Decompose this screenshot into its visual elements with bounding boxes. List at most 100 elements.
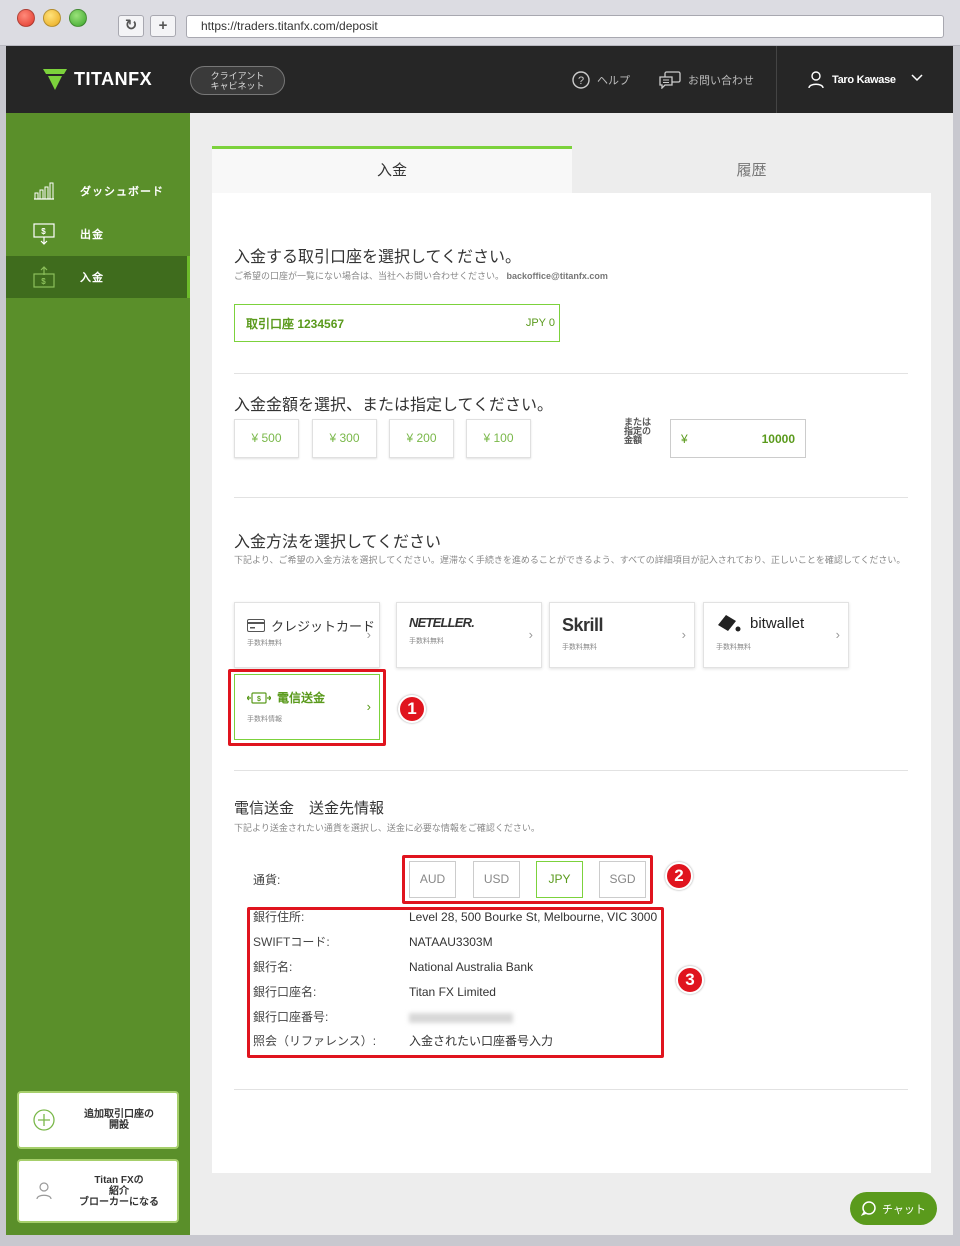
annotation-box-1 [228,669,386,746]
method-fee: 手数料無料 [247,640,282,647]
sidebar-item-deposit[interactable]: $ 入金 [6,256,190,298]
open-account-label: 追加取引口座の 開設 [84,1109,154,1131]
person-icon [36,1182,52,1200]
user-menu[interactable]: Taro Kawase [808,71,896,89]
method-fee: 手数料無料 [409,638,444,645]
tab-deposit[interactable]: 入金 [212,146,572,193]
sidebar-item-withdraw[interactable]: $ 出金 [6,213,190,255]
method-skrill[interactable]: Skrill 手数料無料 › [549,602,695,668]
titanfx-logo[interactable]: TITANFX [42,66,152,92]
method-bitwallet[interactable]: bitwallet 手数料無料 › [703,602,849,668]
annotation-badge-3: 3 [676,966,704,994]
amount-section-title: 入金金額を選択、または指定してください。 [234,397,554,414]
wire-section-title: 電信送金 送金先情報 [234,800,385,817]
deposit-panel: 入金する取引口座を選択してください。 ご希望の口座が一覧にない場合は、当社へお問… [212,193,931,1173]
user-icon [808,71,824,89]
open-account-button[interactable]: 追加取引口座の 開設 [17,1091,179,1149]
method-fee: 手数料無料 [716,644,751,651]
sidebar-item-label: ダッシュボード [80,186,164,198]
annotation-badge-2: 2 [665,862,693,890]
support-email[interactable]: backoffice@titanfx.com [507,271,608,281]
tab-history[interactable]: 履歴 [572,149,931,193]
app-window: TITANFX クライアント キャビネット ? ヘルプ お問い合わせ Taro … [6,46,953,1235]
svg-text:?: ? [578,75,584,87]
reload-icon: ↻ [124,17,138,34]
chevron-down-icon[interactable] [911,74,923,82]
minimize-window-button[interactable] [43,9,61,27]
top-nav: TITANFX クライアント キャビネット ? ヘルプ お問い合わせ Taro … [6,46,953,113]
amount-preset-100[interactable]: ¥ 100 [466,419,531,458]
section-divider [234,1089,908,1090]
deposit-icon: $ [33,266,55,288]
become-broker-label: Titan FXの 紹介 ブローカーになる [79,1174,159,1208]
nav-divider [776,46,777,113]
method-credit-card[interactable]: クレジットカード 手数料無料 › [234,602,380,668]
reload-button[interactable]: ↻ [118,15,144,37]
browser-chrome: ↻ + https://traders.titanfx.com/deposit [0,0,960,46]
sidebar-item-label: 入金 [80,272,104,284]
chat-bubbles-icon [659,71,681,89]
chevron-right-icon: › [681,627,686,642]
sidebar: ダッシュボード $ 出金 $ 入金 追加取引口座の 開設 Titan FXの 紹… [6,113,190,1235]
skrill-logo: Skrill [562,615,604,635]
sidebar-item-label: 出金 [80,229,104,241]
contact-link[interactable]: お問い合わせ [659,71,754,89]
custom-amount-input[interactable]: ¥ 10000 [670,419,806,458]
new-tab-button[interactable]: + [150,15,176,37]
method-fee: 手数料無料 [562,644,597,651]
titanfx-logo-icon [43,69,67,90]
method-name: bitwallet [750,614,805,632]
bitwallet-logo-icon [718,615,741,632]
wire-section-subtitle: 下記より送金されたい通貨を選択し、送金に必要な情報をご確認ください。 [234,823,540,833]
account-balance: JPY 0 [525,317,555,329]
user-name: Taro Kawase [832,74,896,86]
chat-label: チャット [882,1203,926,1216]
method-neteller[interactable]: NETELLER. 手数料無料 › [396,602,542,668]
amount-preset-300[interactable]: ¥ 300 [312,419,377,458]
annotation-badge-1: 1 [398,695,426,723]
svg-text:$: $ [41,227,46,236]
client-cabinet-button[interactable]: クライアント キャビネット [190,66,285,95]
yen-symbol: ¥ [681,431,688,446]
chevron-right-icon: › [366,627,371,642]
chevron-right-icon: › [528,627,533,642]
chevron-right-icon: › [835,627,840,642]
annotation-box-3 [247,907,664,1058]
help-icon: ? [572,71,590,89]
sidebar-item-dashboard[interactable]: ダッシュボード [6,170,190,212]
custom-amount-label: または 指定の 金額 [624,417,652,445]
amount-preset-200[interactable]: ¥ 200 [389,419,454,458]
contact-label: お問い合わせ [688,75,754,87]
section-divider [234,373,908,374]
section-divider [234,770,908,771]
neteller-logo: NETELLER. [409,615,475,630]
currency-label: 通貨: [253,873,281,887]
help-label: ヘルプ [597,75,630,87]
chat-button[interactable]: チャット [850,1192,937,1225]
amount-preset-500[interactable]: ¥ 500 [234,419,299,458]
zoom-window-button[interactable] [69,9,87,27]
plus-circle-icon [33,1109,55,1131]
plus-icon: + [158,17,168,34]
annotation-box-2 [402,855,653,904]
method-name: クレジットカード [271,619,376,634]
amount-value: 10000 [761,431,795,446]
account-help-text: ご希望の口座が一覧にない場合は、当社へお問い合わせください。 [234,271,505,281]
close-window-button[interactable] [17,9,35,27]
withdraw-icon: $ [33,223,55,245]
method-section-subtitle: 下記より、ご希望の入金方法を選択してください。遅滞なく手続きを進めることができる… [234,555,906,565]
logo-text: TITANFX [74,68,153,89]
credit-card-icon [247,619,265,632]
account-section-subtitle: ご希望の口座が一覧にない場合は、当社へお問い合わせください。 backoffic… [234,271,608,282]
become-broker-button[interactable]: Titan FXの 紹介 ブローカーになる [17,1159,179,1223]
help-link[interactable]: ? ヘルプ [572,71,630,89]
svg-text:$: $ [41,277,46,286]
chat-icon [861,1201,876,1216]
method-section-title: 入金方法を選択してください [234,534,442,551]
address-bar[interactable]: https://traders.titanfx.com/deposit [186,15,944,38]
account-select[interactable]: 取引口座 1234567 JPY 0 [234,304,560,342]
account-label: 取引口座 1234567 [246,316,345,331]
section-divider [234,497,908,498]
bar-chart-icon [34,182,54,200]
account-section-title: 入金する取引口座を選択してください。 [234,249,522,266]
